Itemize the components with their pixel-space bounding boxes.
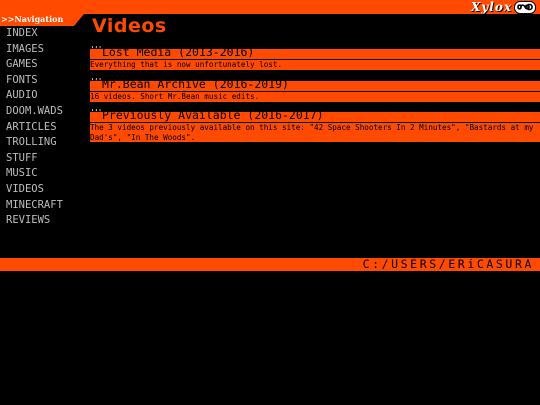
sidebar-item-reviews[interactable]: Reviews bbox=[6, 213, 84, 229]
sidebar-item-doom-wads[interactable]: Doom.wads bbox=[6, 104, 84, 120]
entry-title-link[interactable]: Lost Media (2013-2016) bbox=[102, 46, 254, 59]
entry-marker-icon: ''' bbox=[90, 108, 102, 117]
video-entry: ''' Lost Media (2013-2016) Everything th… bbox=[90, 46, 540, 70]
sidebar-item-fonts[interactable]: Fonts bbox=[6, 73, 84, 89]
site-logo[interactable]: Xylox bbox=[471, 0, 536, 14]
sidebar-item-music[interactable]: Music bbox=[6, 166, 84, 182]
sidebar-item-games[interactable]: Games bbox=[6, 57, 84, 73]
entry-header: ''' Previously Available (2016-2017) bbox=[90, 109, 540, 122]
sidebar-item-articles[interactable]: Articles bbox=[6, 120, 84, 136]
infinity-icon bbox=[514, 0, 536, 14]
entry-header: ''' Mr.Bean Archive (2016-2019) bbox=[90, 78, 540, 91]
sidebar-item-minecraft[interactable]: Minecraft bbox=[6, 198, 84, 214]
entry-description: 16 videos. Short Mr.Bean music edits. bbox=[90, 92, 540, 102]
entry-marker-icon: ''' bbox=[90, 77, 102, 86]
entry-title-link[interactable]: Mr.Bean Archive (2016-2019) bbox=[102, 78, 289, 91]
top-bar bbox=[0, 0, 540, 14]
logo-text: Xylox bbox=[471, 0, 512, 14]
navigation-label: >>Navigation bbox=[1, 14, 64, 24]
entry-description: Everything that is now unfortunately los… bbox=[90, 60, 540, 70]
sidebar-item-trolling[interactable]: Trolling bbox=[6, 135, 84, 151]
entry-header: ''' Lost Media (2013-2016) bbox=[90, 46, 540, 59]
video-entry: ''' Previously Available (2016-2017) The… bbox=[90, 109, 540, 142]
sidebar-item-index[interactable]: Index bbox=[6, 26, 84, 42]
current-path: C:/USERS/ERiCASURA bbox=[362, 257, 534, 271]
entry-marker-icon: ''' bbox=[90, 45, 102, 54]
sidebar-item-videos[interactable]: Videos bbox=[6, 182, 84, 198]
sidebar-nav: Index Images Games Fonts Audio Doom.wads… bbox=[6, 26, 84, 229]
sidebar-item-audio[interactable]: Audio bbox=[6, 88, 84, 104]
entry-description: The 3 videos previously available on thi… bbox=[90, 123, 540, 142]
sidebar-item-images[interactable]: Images bbox=[6, 42, 84, 58]
entry-title-link[interactable]: Previously Available (2016-2017) bbox=[102, 109, 324, 122]
video-entry: ''' Mr.Bean Archive (2016-2019) 16 video… bbox=[90, 78, 540, 102]
sidebar-item-stuff[interactable]: Stuff bbox=[6, 151, 84, 167]
page-title: Videos bbox=[92, 15, 167, 37]
path-bar: C:/USERS/ERiCASURA bbox=[0, 258, 540, 271]
